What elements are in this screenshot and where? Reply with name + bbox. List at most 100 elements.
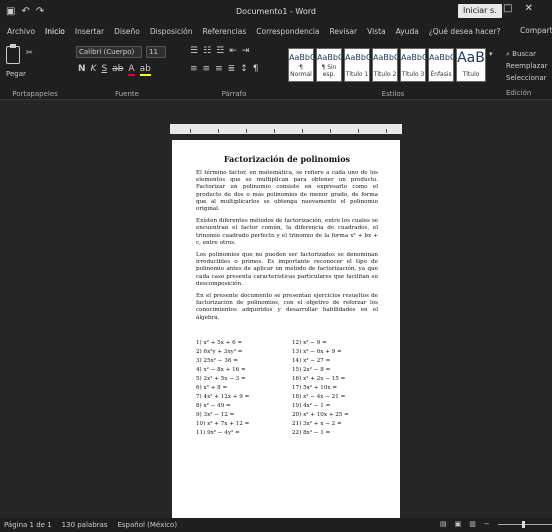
style-heading-2[interactable]: AaBbCc Título 2 <box>372 48 404 82</box>
style-name: Título 1 <box>345 71 369 78</box>
multilevel-icon[interactable]: ☲ <box>216 46 224 56</box>
tab-archivo[interactable]: Archivo <box>6 25 36 38</box>
zoom-slider-thumb[interactable] <box>521 520 525 528</box>
style-sample: AaBbC <box>401 53 428 62</box>
style-sample: AaBbCcI <box>429 53 463 62</box>
document-page[interactable]: Factorización de polinomios El término f… <box>172 140 400 532</box>
style-heading-1[interactable]: AaBbC Título 1 <box>344 48 372 82</box>
ruler-tick <box>274 129 275 133</box>
style-sample: AaBbCcI <box>289 53 323 62</box>
align-center-icon[interactable]: ≡ <box>203 64 211 74</box>
font-family-select[interactable]: Calibri (Cuerpo) <box>76 46 142 58</box>
exercise-item: 11) 9x² − 4y² = <box>196 429 240 436</box>
align-left-icon[interactable]: ≡ <box>190 64 198 74</box>
tab-disposicion[interactable]: Disposición <box>149 25 194 38</box>
editing-group-label: Edición <box>506 89 532 97</box>
minimize-icon[interactable]: – <box>486 3 491 14</box>
maximize-icon[interactable]: □ <box>503 3 512 14</box>
web-layout-icon[interactable]: ▥ <box>469 520 476 528</box>
find-label: Buscar <box>512 50 537 58</box>
cut-icon[interactable]: ✂ <box>26 48 33 57</box>
style-name: ¶ Sin esp. <box>321 64 337 78</box>
bold-icon[interactable]: N <box>78 64 86 76</box>
align-right-icon[interactable]: ≡ <box>215 64 223 74</box>
tab-correspondencia[interactable]: Correspondencia <box>255 25 320 38</box>
view-controls: ▤ ▣ ▥ − + <box>440 520 552 528</box>
paragraph-group: ☰ ☷ ☲ ⇤ ⇥ ≡ ≡ ≡ ≣ ↕ ¶ Párrafo <box>184 40 284 100</box>
italic-icon[interactable]: K <box>91 64 97 76</box>
zoom-out-icon[interactable]: − <box>484 520 490 528</box>
exercise-item: 21) 3x² + x − 2 = <box>292 420 342 427</box>
exercise-item: 5) 2x² + 5x − 3 = <box>196 375 246 382</box>
ruler-tick <box>190 129 191 133</box>
style-name: Énfasis <box>430 71 452 78</box>
style-no-spacing[interactable]: AaBbCcI ¶ Sin esp. <box>316 48 350 82</box>
styles-more-icon[interactable]: ▾ <box>489 50 493 58</box>
style-emphasis[interactable]: AaBbCcI Énfasis <box>428 48 463 82</box>
find-button[interactable]: ⌕ Buscar <box>506 48 548 60</box>
tab-revisar[interactable]: Revisar <box>329 25 359 38</box>
underline-icon[interactable]: S <box>101 64 107 76</box>
style-heading-3[interactable]: AaBbC Título 3 <box>400 48 428 82</box>
font-group: Calibri (Cuerpo) 11 N K S ab A ab Fuente <box>72 40 182 100</box>
ruler-tick <box>218 129 219 133</box>
ruler-tick <box>246 129 247 133</box>
exercise-item: 6) x³ + 8 = <box>196 384 228 391</box>
share-button[interactable]: Compartir <box>520 26 552 35</box>
style-name: Título 3 <box>401 71 425 78</box>
style-name: Título 2 <box>373 71 397 78</box>
exercise-item: 14) x³ − 27 = <box>292 357 331 364</box>
horizontal-ruler[interactable] <box>170 124 402 134</box>
paste-icon[interactable] <box>6 44 20 64</box>
bullets-icon[interactable]: ☰ <box>190 46 198 56</box>
align-buttons: ≡ ≡ ≡ ≣ ↕ ¶ <box>190 64 258 74</box>
clipboard-group: ✂ Pegar Portapapeles <box>0 40 70 100</box>
highlight-icon[interactable]: ab <box>139 64 151 76</box>
tab-vista[interactable]: Vista <box>366 25 387 38</box>
read-mode-icon[interactable]: ▤ <box>440 520 447 528</box>
font-size-select[interactable]: 11 <box>146 46 166 58</box>
print-layout-icon[interactable]: ▣ <box>455 520 462 528</box>
select-button[interactable]: Seleccionar <box>506 72 548 84</box>
styles-group: AaBbCcI ¶ Normal AaBbCcI ¶ Sin esp. AaBb… <box>286 40 500 100</box>
font-color-icon[interactable]: A <box>128 64 135 76</box>
strikethrough-icon[interactable]: ab <box>112 64 123 76</box>
exercise-item: 12) x² − 9 = <box>292 339 327 346</box>
style-normal[interactable]: AaBbCcI ¶ Normal <box>288 48 323 82</box>
exercise-item: 8) x² − 49 = <box>196 402 231 409</box>
font-format-buttons: N K S ab A ab <box>78 64 151 76</box>
tab-inicio[interactable]: Inicio <box>44 25 66 38</box>
decrease-indent-icon[interactable]: ⇤ <box>229 46 237 56</box>
close-icon[interactable]: ✕ <box>524 3 532 14</box>
zoom-slider[interactable] <box>497 520 552 528</box>
language-indicator[interactable]: Español (México) <box>117 521 177 529</box>
style-name: Título <box>462 71 480 78</box>
exercise-item: 4) x² − 8x + 16 = <box>196 366 246 373</box>
paste-label[interactable]: Pegar <box>6 70 26 78</box>
exercise-item: 22) 8x³ − 1 = <box>292 429 331 436</box>
list-buttons: ☰ ☷ ☲ ⇤ ⇥ <box>190 46 249 56</box>
exercise-item: 17) 5x² + 10x = <box>292 384 338 391</box>
exercise-item: 10) x² + 7x + 12 = <box>196 420 250 427</box>
replace-button[interactable]: Reemplazar <box>506 60 548 72</box>
document-paragraph: El término factor, en matemática, se ref… <box>196 170 378 213</box>
tell-me-search[interactable]: ¿Qué desea hacer? <box>428 25 502 38</box>
justify-icon[interactable]: ≣ <box>228 64 236 74</box>
tab-insertar[interactable]: Insertar <box>74 25 105 38</box>
increase-indent-icon[interactable]: ⇥ <box>242 46 250 56</box>
numbering-icon[interactable]: ☷ <box>203 46 211 56</box>
tab-ayuda[interactable]: Ayuda <box>395 25 420 38</box>
style-title[interactable]: AaB Título <box>456 48 486 82</box>
exercise-list: 1) x² + 5x + 6 = 12) x² − 9 = 2) 6x²y + … <box>196 340 378 437</box>
tab-diseno[interactable]: Diseño <box>113 25 141 38</box>
page-count[interactable]: Página 1 de 1 <box>4 521 52 529</box>
line-spacing-icon[interactable]: ↕ <box>240 64 248 74</box>
word-count[interactable]: 130 palabras <box>62 521 108 529</box>
clipboard-group-label: Portapapeles <box>12 90 58 98</box>
tab-referencias[interactable]: Referencias <box>202 25 248 38</box>
pilcrow-icon[interactable]: ¶ <box>253 64 259 74</box>
paragraph-group-label: Párrafo <box>221 90 247 98</box>
ruler-tick <box>302 129 303 133</box>
exercise-item: 16) x² + 2x − 15 = <box>292 375 346 382</box>
title-bar: ▣ ↶ ↷ Documento1 - Word Iniciar s. – □ ✕ <box>0 0 552 22</box>
